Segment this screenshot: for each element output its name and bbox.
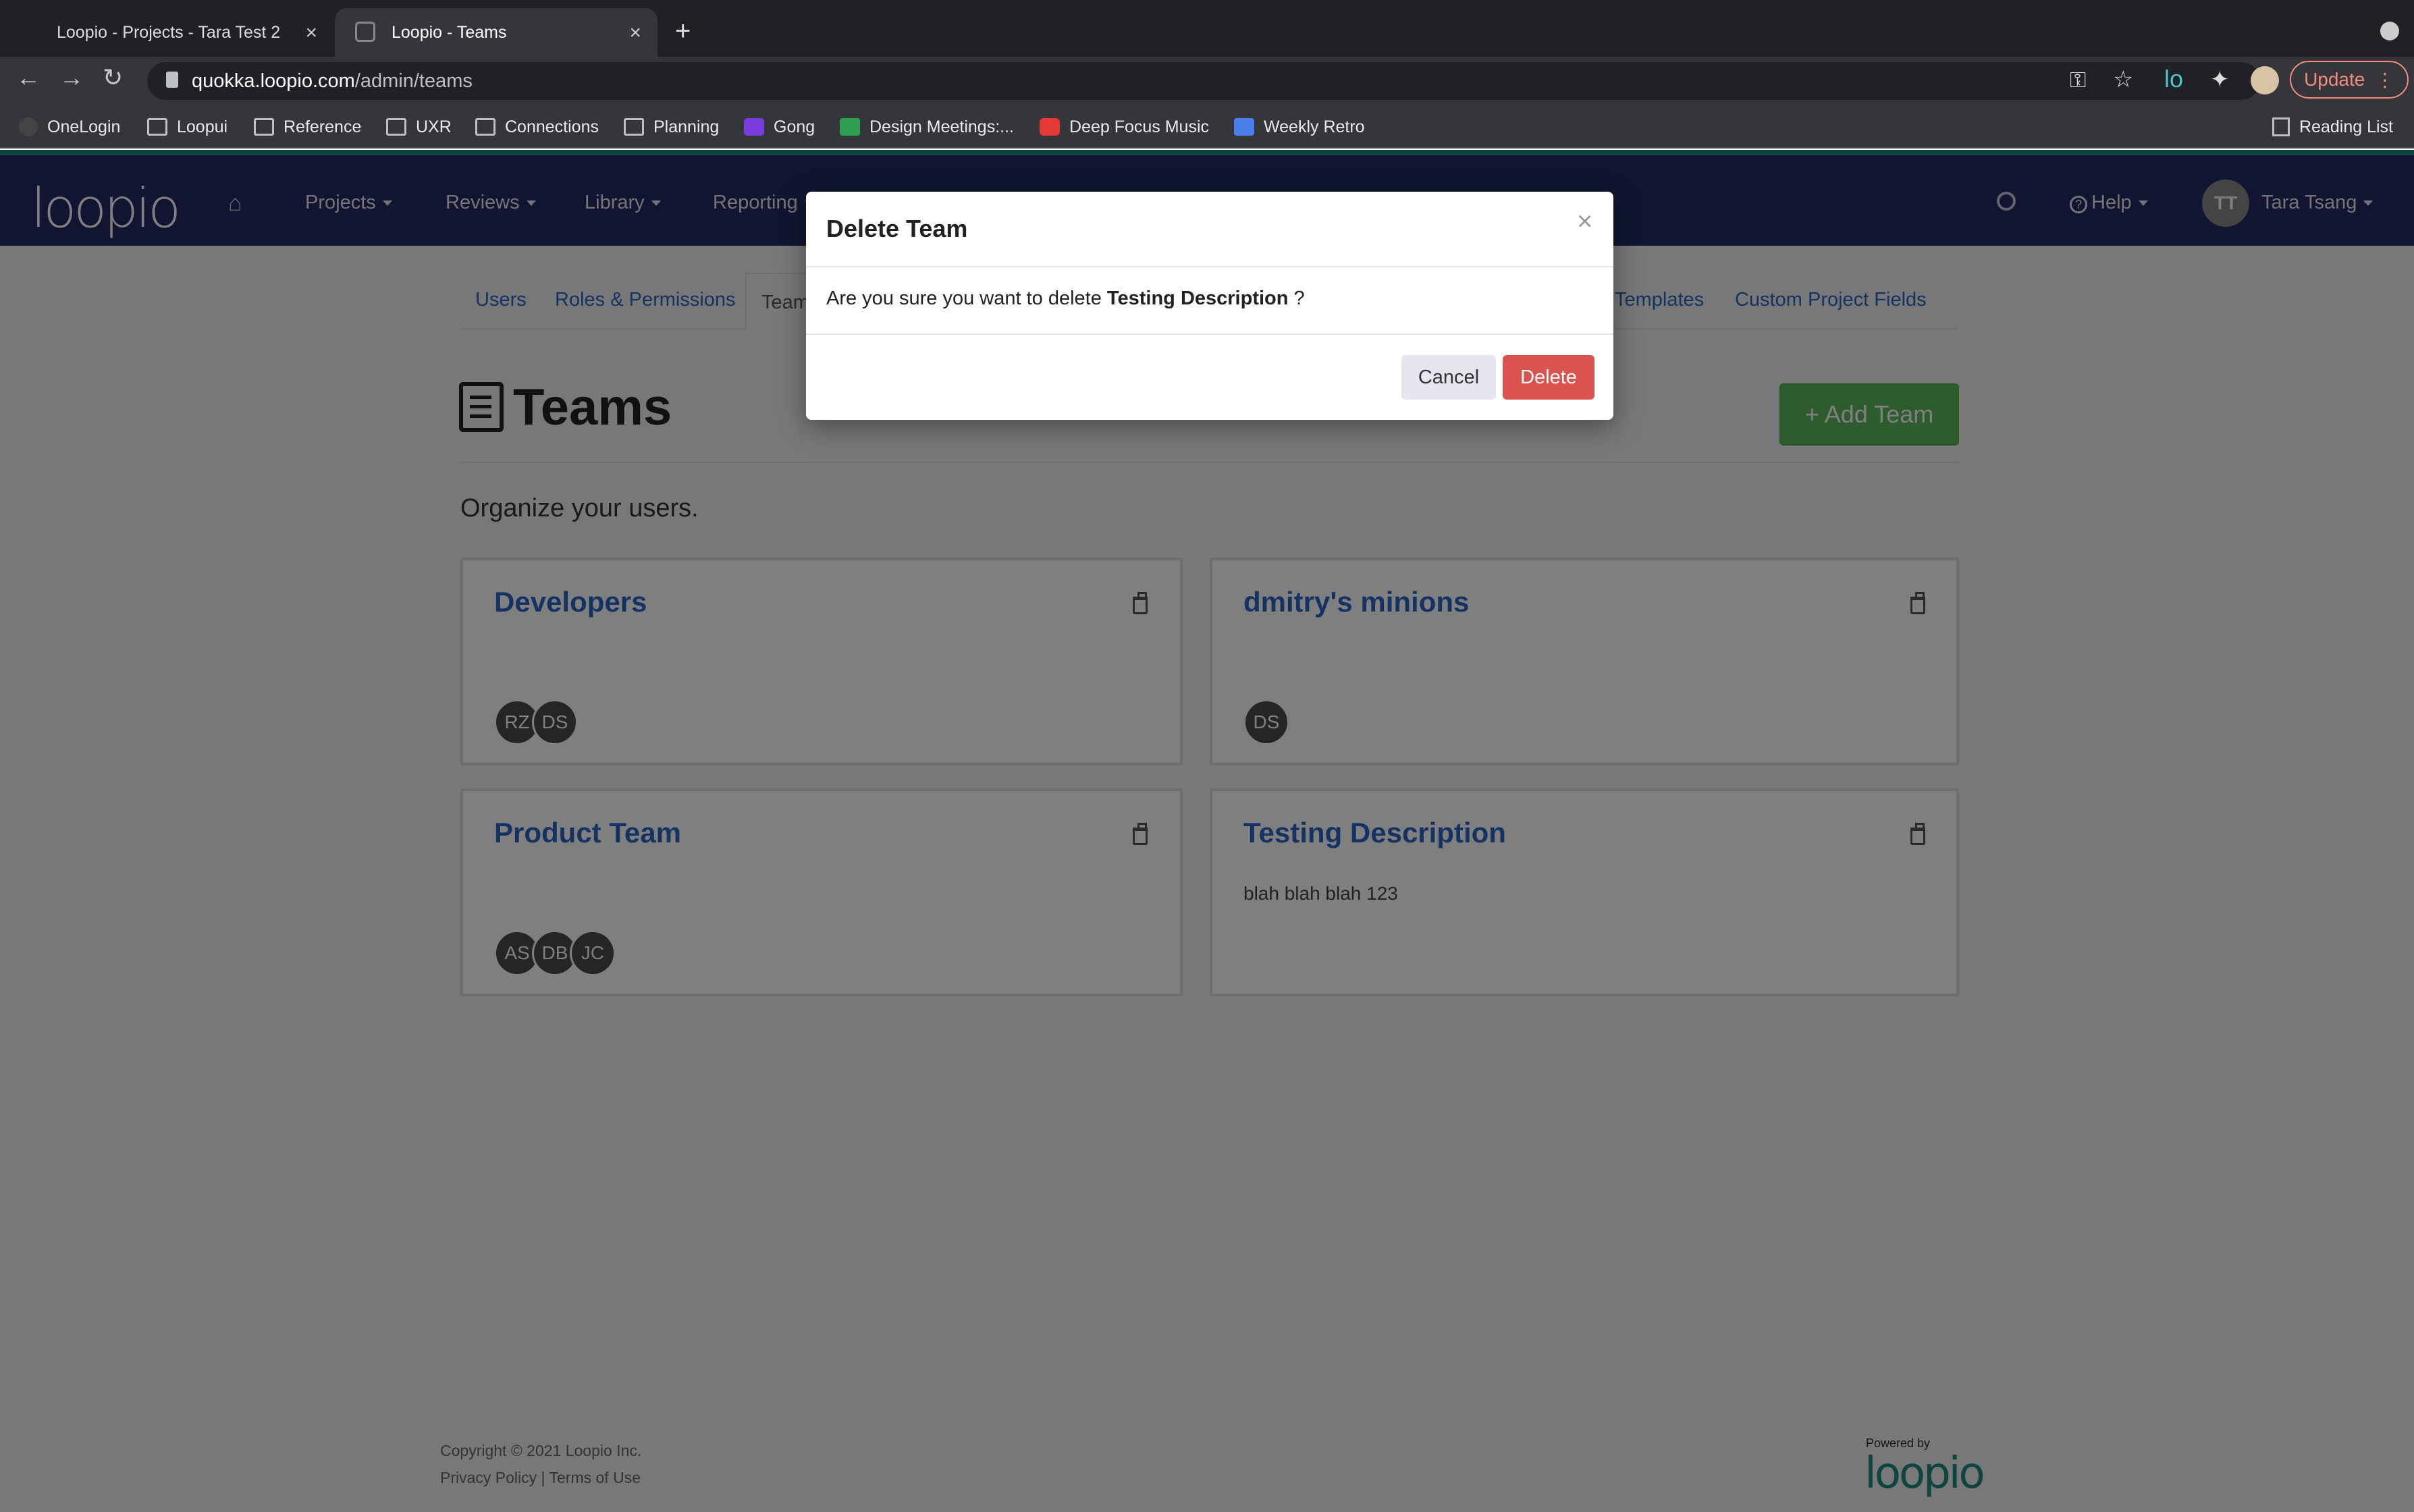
message-suffix: ? (1293, 288, 1305, 309)
folder-icon (254, 118, 274, 136)
gong-icon (744, 118, 764, 136)
bookmark-label: Design Meetings:... (869, 117, 1014, 136)
bookmark-onelogin[interactable]: OneLogin (19, 115, 120, 139)
bookmark-label: Gong (774, 117, 815, 136)
bookmark-design-meetings[interactable]: Design Meetings:... (840, 115, 1014, 139)
reading-list-icon (2272, 117, 2290, 136)
folder-icon (624, 118, 644, 136)
key-icon[interactable]: ⚿ (2070, 68, 2086, 93)
loopio-favicon-icon (355, 22, 375, 42)
dialog-message: Are you sure you want to delete Testing … (826, 288, 1305, 310)
bookmark-planning[interactable]: Planning (624, 115, 719, 139)
message-prefix: Are you sure you want to delete (826, 288, 1102, 309)
bookmark-connections[interactable]: Connections (475, 115, 599, 139)
bookmark-loopui[interactable]: Loopui (147, 115, 227, 139)
bookmark-weekly-retro[interactable]: Weekly Retro (1234, 115, 1365, 139)
team-name-emphasis: Testing Description (1106, 288, 1289, 309)
docs-icon (1234, 118, 1254, 136)
bookmark-label: Connections (505, 117, 599, 136)
reading-list[interactable]: Reading List (2272, 115, 2393, 139)
bookmark-label: Planning (653, 117, 720, 136)
dialog-divider (806, 266, 1613, 267)
sheets-icon (840, 118, 860, 136)
delete-button[interactable]: Delete (1503, 355, 1594, 400)
folder-icon (475, 118, 495, 136)
address-bar[interactable]: quokka.loopio.com/admin/teams (147, 62, 2260, 100)
update-button[interactable]: Update ⋮ (2290, 61, 2409, 99)
bookmark-label: Reference (284, 117, 362, 136)
extensions-icon[interactable]: ✦ (2210, 66, 2230, 93)
folder-icon (386, 118, 406, 136)
bookmark-gong[interactable]: Gong (744, 115, 815, 139)
bookmark-label: Deep Focus Music (1069, 117, 1210, 136)
bookmark-reference[interactable]: Reference (254, 115, 361, 139)
close-icon[interactable]: × (1577, 207, 1592, 237)
tab-title: Loopio - Teams (392, 22, 507, 42)
back-icon[interactable]: ← (16, 63, 41, 92)
bookmark-label: OneLogin (47, 117, 121, 136)
tab-title: Loopio - Projects - Tara Test 2 (57, 22, 281, 42)
youtube-icon (1040, 118, 1060, 136)
url-path: /admin/teams (354, 70, 473, 92)
onelogin-icon (19, 117, 38, 136)
cancel-button[interactable]: Cancel (1401, 355, 1496, 400)
dialog-title: Delete Team (826, 215, 968, 242)
tab-search-icon[interactable] (2380, 22, 2399, 40)
new-tab-icon[interactable]: + (675, 16, 691, 47)
bookmark-uxr[interactable]: UXR (386, 115, 452, 139)
bookmark-label: UXR (416, 117, 452, 136)
profile-avatar[interactable] (2251, 66, 2279, 94)
bookmark-label: Loopui (177, 117, 228, 136)
bookmark-label: Weekly Retro (1264, 117, 1365, 136)
reading-list-label: Reading List (2299, 117, 2393, 136)
lock-icon (166, 72, 178, 88)
reload-icon[interactable]: ↻ (103, 63, 123, 92)
url-host: quokka.loopio.com (192, 70, 355, 92)
forward-icon[interactable]: → (59, 63, 84, 92)
update-label: Update (2304, 69, 2365, 90)
close-icon[interactable]: × (629, 22, 641, 45)
loopio-extension-icon[interactable]: lo (2164, 65, 2183, 93)
browser-tab[interactable]: Loopio - Projects - Tara Test 2 × (0, 8, 333, 57)
delete-team-dialog: Delete Team × Are you sure you want to d… (806, 192, 1613, 420)
dialog-divider (806, 333, 1613, 335)
close-icon[interactable]: × (305, 22, 317, 45)
folder-icon (147, 118, 167, 136)
star-icon[interactable]: ☆ (2113, 66, 2133, 93)
bookmark-deep-focus[interactable]: Deep Focus Music (1040, 115, 1209, 139)
browser-tab-active[interactable]: Loopio - Teams × (335, 8, 658, 57)
